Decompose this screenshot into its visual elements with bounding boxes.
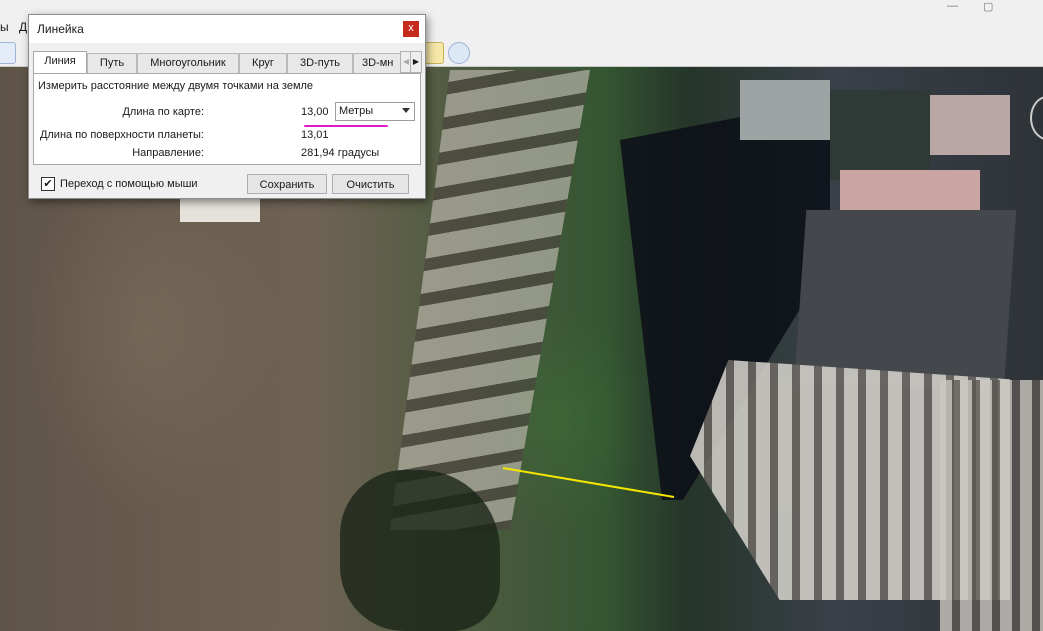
tab-circle[interactable]: Круг xyxy=(239,53,287,73)
tab-scroll-right-icon[interactable]: ▶ xyxy=(410,51,422,73)
mouse-nav-checkbox[interactable]: ✔ xyxy=(41,177,55,191)
units-selected: Метры xyxy=(339,105,374,117)
measure-line xyxy=(502,467,675,498)
globe-icon[interactable] xyxy=(448,42,470,64)
tab-bar: Линия Путь Многоугольник Круг 3D-путь 3D… xyxy=(33,51,421,73)
surface-length-value: 13,01 xyxy=(301,129,329,141)
tab-line[interactable]: Линия xyxy=(33,51,87,73)
heading-label: Направление: xyxy=(132,147,204,159)
close-button[interactable]: x xyxy=(403,21,419,37)
tab-path[interactable]: Путь xyxy=(87,53,137,73)
maximize-icon[interactable]: ▢ xyxy=(983,0,993,13)
heading-value: 281,94 градусы xyxy=(301,147,380,159)
menu-item-view[interactable]: ы xyxy=(0,20,9,34)
minimize-icon[interactable]: — xyxy=(947,0,958,12)
dialog-title: Линейка xyxy=(37,22,84,36)
units-dropdown[interactable]: Метры xyxy=(335,102,415,121)
save-button[interactable]: Сохранить xyxy=(247,174,327,194)
tab-polygon[interactable]: Многоугольник xyxy=(137,53,239,73)
tab-3d-path[interactable]: 3D-путь xyxy=(287,53,353,73)
sidebar-toggle-icon[interactable] xyxy=(0,42,16,64)
surface-length-label: Длина по поверхности планеты: xyxy=(39,129,204,141)
map-length-label: Длина по карте: xyxy=(122,106,204,118)
menu-item-add[interactable]: Д xyxy=(19,20,27,34)
description-text: Измерить расстояние между двумя точками … xyxy=(38,80,314,92)
mouse-nav-label[interactable]: Переход с помощью мыши xyxy=(60,178,198,190)
clear-button[interactable]: Очистить xyxy=(332,174,409,194)
ruler-dialog: Линейка x Линия Путь Многоугольник Круг … xyxy=(28,14,426,199)
dialog-titlebar[interactable]: Линейка x xyxy=(29,15,425,43)
line-tab-panel: Измерить расстояние между двумя точками … xyxy=(33,73,421,165)
menu-edge: ы Д xyxy=(0,20,27,34)
tab-scroll: ◀ ▶ xyxy=(400,51,422,73)
highlight-underline xyxy=(304,125,388,127)
map-length-value: 13,00 xyxy=(301,106,329,118)
window-controls: — ▢ xyxy=(947,0,1037,16)
chevron-down-icon xyxy=(402,108,410,113)
